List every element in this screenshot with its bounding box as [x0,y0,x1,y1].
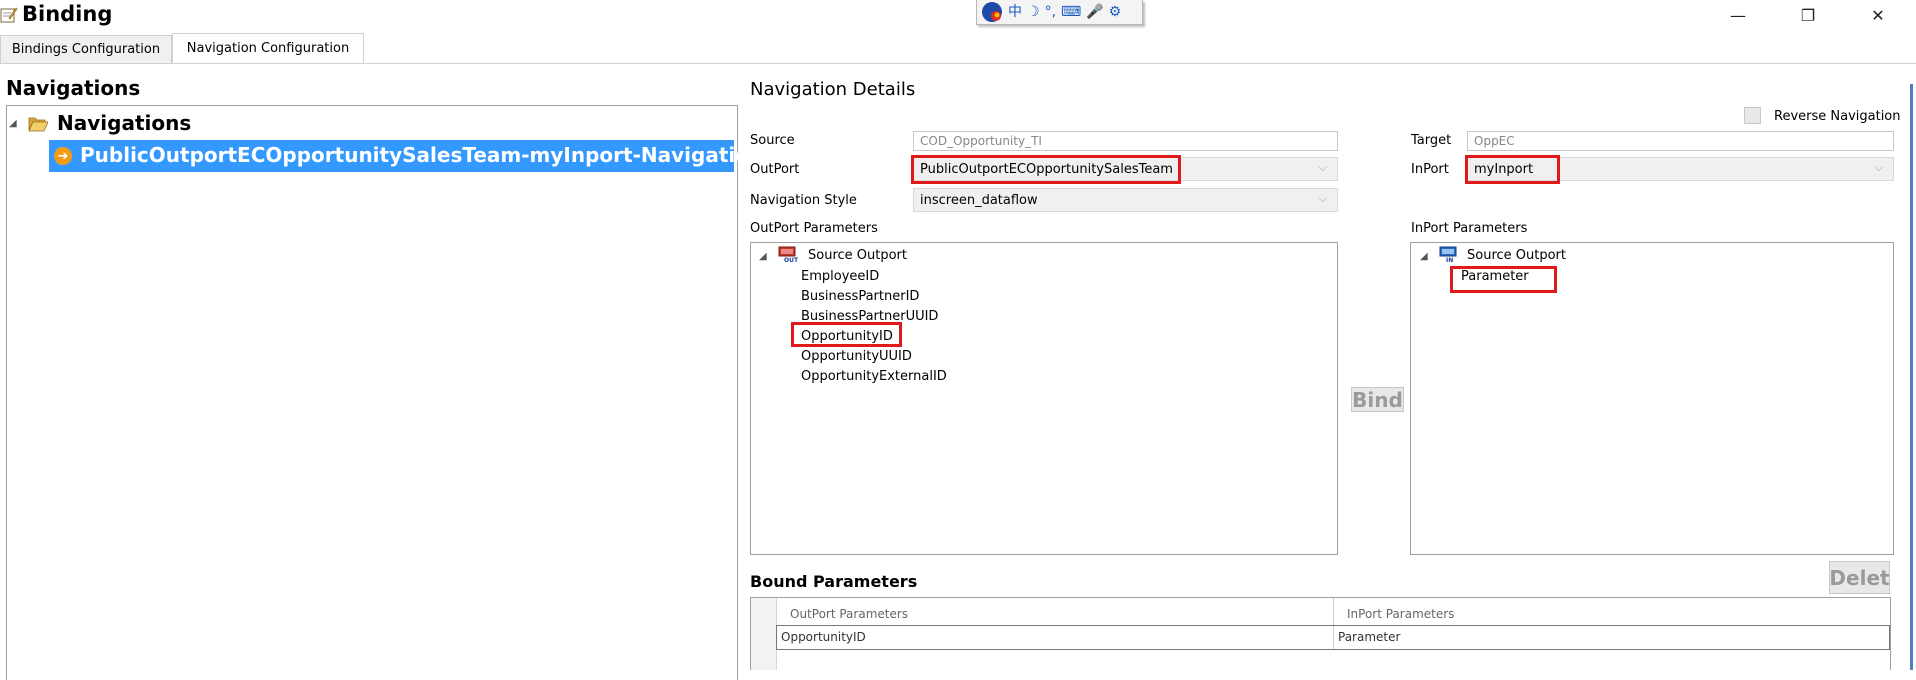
ime-logo-icon[interactable] [981,1,1003,23]
binding-app-icon [0,7,18,23]
outport-tree-root-label[interactable]: Source Outport [808,248,907,263]
tree-expand-arrow-icon[interactable]: ◢ [1420,251,1428,262]
ime-keyboard-icon[interactable]: ⌨ [1061,5,1081,19]
source-label: Source [750,133,795,148]
outport-param-item[interactable]: OpportunityUUID [801,349,912,364]
grid-column-header-outport[interactable]: OutPort Parameters [790,607,908,621]
source-field[interactable]: COD_Opportunity_TI [913,131,1338,151]
grid-cell-inport[interactable]: Parameter [1338,630,1400,644]
outport-param-item[interactable]: OpportunityExternalID [801,369,947,384]
grid-column-header-inport[interactable]: InPort Parameters [1347,607,1454,621]
navigation-style-value: inscreen_dataflow [920,192,1038,208]
bound-parameters-title: Bound Parameters [750,572,918,591]
chevron-down-icon: ⌵ [1874,161,1883,174]
navigations-header: Navigations [6,76,141,100]
parameter-highlight-box [1450,266,1557,293]
outport-param-item[interactable]: EmployeeID [801,269,879,284]
minimize-button[interactable]: — [1723,4,1753,26]
close-button[interactable]: ✕ [1863,4,1893,26]
inport-label: InPort [1411,162,1449,177]
tree-expand-arrow-icon[interactable]: ◢ [759,251,767,262]
navigation-style-label: Navigation Style [750,193,857,208]
ime-chinese-mode-icon[interactable]: 中 [1008,5,1022,19]
navigation-arrow-icon: ➔ [54,147,72,165]
delete-button[interactable]: Delet [1829,561,1890,594]
grid-row-header-column [751,598,777,670]
tree-expand-arrow-icon[interactable]: ◢ [9,118,17,129]
outport-param-item[interactable]: BusinessPartnerID [801,289,919,304]
outport-icon: OUT [778,246,798,263]
inport-highlight-box [1465,155,1560,184]
navigations-tree-panel [6,105,738,680]
ime-toolbar: 中 ☽ °, ⌨ 🎤 ⚙ [976,0,1143,25]
inport-icon: IN [1439,246,1457,263]
outport-parameters-label: OutPort Parameters [750,221,878,236]
chevron-down-icon: ⌵ [1318,161,1327,174]
maximize-button[interactable]: ❐ [1793,4,1823,26]
bind-button[interactable]: Bind [1351,387,1404,412]
table-row[interactable] [776,625,1890,650]
svg-text:IN: IN [1446,257,1453,263]
target-field[interactable]: OppEC [1467,131,1894,151]
outport-label: OutPort [750,162,800,177]
tab-bindings-configuration[interactable]: Bindings Configuration [0,35,172,63]
navigation-item-label: PublicOutportECOpportunitySalesTeam-myIn… [80,143,764,167]
folder-open-icon [28,117,48,132]
ime-moon-icon[interactable]: ☽ [1027,5,1040,19]
ime-microphone-icon[interactable]: 🎤 [1086,5,1103,19]
target-label: Target [1411,133,1452,148]
navigation-details-title: Navigation Details [750,79,916,100]
grid-cell-outport[interactable]: OpportunityID [781,630,866,644]
inport-parameters-label: InPort Parameters [1411,221,1528,236]
window-edge-scrollbar[interactable] [1910,84,1913,670]
reverse-navigation-label: Reverse Navigation [1774,109,1901,124]
navigation-style-select[interactable]: inscreen_dataflow ⌵ [913,188,1338,212]
tab-strip-divider [0,63,1916,64]
reverse-navigation-checkbox[interactable] [1744,107,1761,124]
tree-root-navigations[interactable]: Navigations [57,111,191,135]
ime-punctuation-icon[interactable]: °, [1045,5,1056,19]
inport-tree-root-label[interactable]: Source Outport [1467,248,1566,263]
outport-highlight-box [911,155,1181,184]
window-title: Binding [22,2,113,26]
opportunityid-highlight-box [791,322,902,347]
tab-navigation-configuration[interactable]: Navigation Configuration [172,33,364,63]
ime-settings-icon[interactable]: ⚙ [1109,5,1122,19]
svg-text:OUT: OUT [784,257,798,263]
chevron-down-icon: ⌵ [1318,192,1327,205]
